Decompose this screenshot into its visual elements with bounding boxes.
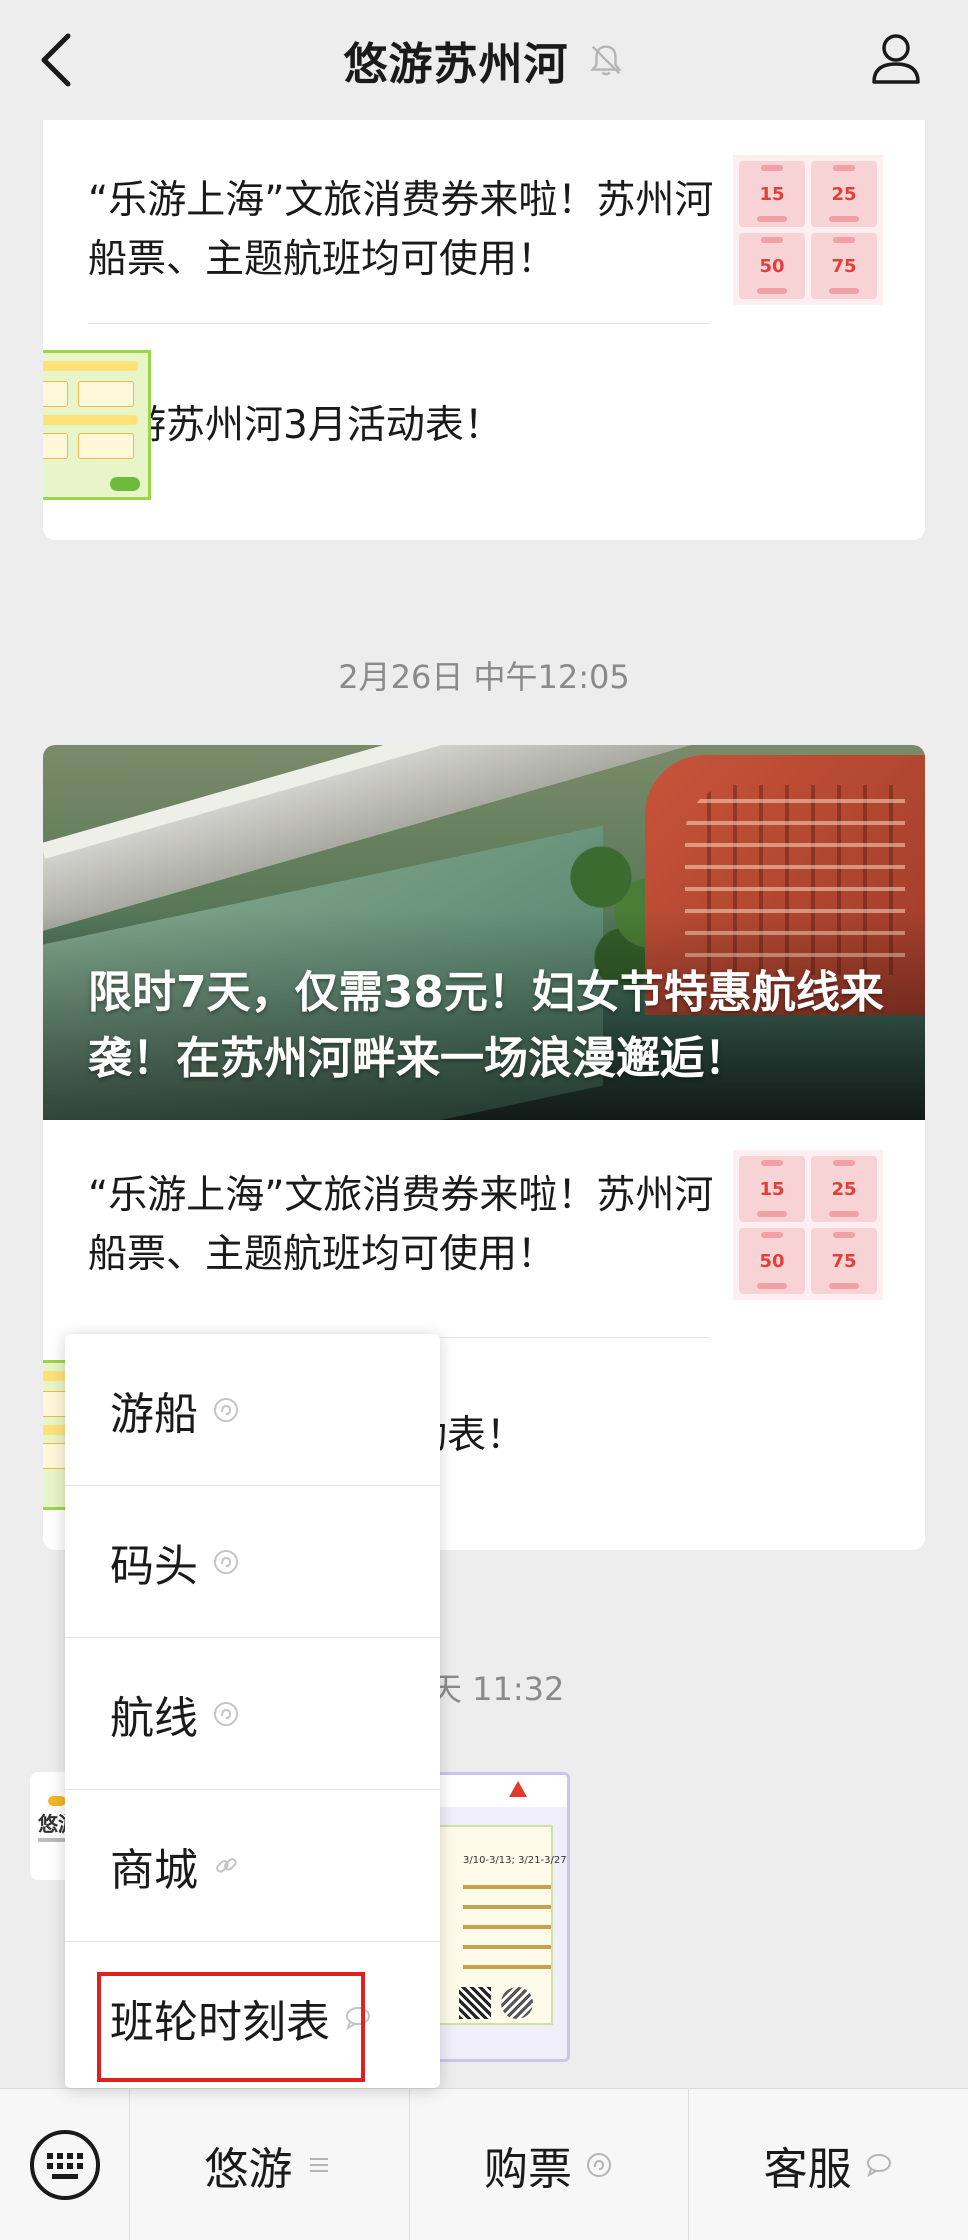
timestamp: 天 11:32 — [430, 1670, 565, 1708]
menu-lines-icon — [304, 2150, 334, 2180]
menu-popup: 游船 码头 航线 商城 班轮时刻表 — [65, 1334, 440, 2088]
menu-item-mall[interactable]: 商城 — [65, 1790, 440, 1942]
back-button[interactable] — [38, 30, 98, 90]
mini-program-icon — [212, 1700, 240, 1728]
mini-program-icon — [212, 1396, 240, 1424]
mini-program-icon — [584, 2150, 614, 2180]
page-title: 悠游苏州河 — [343, 39, 569, 90]
article-title: 悠游苏州河3月活动表！ — [88, 402, 503, 448]
image-message-text: 3/10-3/13; 3/21-3/27 — [463, 1855, 567, 1866]
tab-service[interactable]: 客服 — [689, 2089, 968, 2240]
title-wrap: 悠游苏州河 — [344, 28, 625, 92]
coupon-thumbnail: 15 25 50 75 — [733, 1150, 883, 1300]
menu-item-pier[interactable]: 码头 — [65, 1486, 440, 1638]
menu-item-cruise[interactable]: 游船 — [65, 1334, 440, 1486]
article-card-1: “乐游上海”文旅消费券来啦！苏州河船票、主题航班均可使用！ 15 25 50 7… — [43, 120, 925, 540]
schedule-thumbnail — [43, 350, 151, 500]
menu-item-label: 班轮时刻表 — [110, 1997, 330, 2048]
article-title: 动表！ — [408, 1412, 526, 1458]
article-item[interactable]: 悠游苏州河3月活动表！ — [43, 345, 925, 505]
keyboard-icon — [29, 2129, 100, 2200]
menu-item-route[interactable]: 航线 — [65, 1638, 440, 1790]
article-title: “乐游上海”文旅消费券来啦！苏州河船票、主题航班均可使用！ — [88, 1173, 714, 1277]
image-message[interactable]: 3/10-3/13; 3/21-3/27 — [420, 1772, 570, 2062]
tab-label: 客服 — [763, 2143, 852, 2195]
menu-item-label: 游船 — [110, 1388, 198, 1440]
menu-item-label: 航线 — [110, 1692, 198, 1744]
link-icon — [212, 1852, 240, 1880]
chat-header: 悠游苏州河 — [0, 0, 968, 120]
chevron-left-icon — [41, 33, 71, 87]
article-banner[interactable]: 限时7天，仅需38元！妇女节特惠航线来袭！在苏州河畔来一场浪漫邂逅！ — [43, 745, 925, 1120]
person-icon — [872, 34, 920, 84]
tab-tickets[interactable]: 购票 — [410, 2088, 690, 2240]
mini-program-icon — [212, 1548, 240, 1576]
article-item[interactable]: “乐游上海”文旅消费券来啦！苏州河船票、主题航班均可使用！ 15 25 50 7… — [43, 150, 925, 310]
profile-button[interactable] — [864, 26, 928, 90]
article-item[interactable]: “乐游上海”文旅消费券来啦！苏州河船票、主题航班均可使用！ 15 25 50 7… — [43, 1145, 925, 1305]
banner-title: 限时7天，仅需38元！妇女节特惠航线来袭！在苏州河畔来一场浪漫邂逅！ — [88, 967, 884, 1084]
coupon-thumbnail: 15 25 50 75 — [733, 155, 883, 305]
message-icon — [344, 2004, 372, 2032]
tab-youyou[interactable]: 悠游 — [130, 2088, 410, 2240]
menu-item-label: 商城 — [110, 1844, 198, 1896]
menu-item-timetable[interactable]: 班轮时刻表 — [65, 1942, 440, 2088]
tab-label: 购票 — [484, 2143, 572, 2195]
bell-muted-icon — [589, 45, 622, 76]
message-icon — [864, 2150, 894, 2180]
menu-item-label: 码头 — [110, 1540, 198, 1592]
article-title: “乐游上海”文旅消费券来啦！苏州河船票、主题航班均可使用！ — [88, 178, 714, 282]
divider — [88, 323, 710, 324]
timestamp: 2月26日 中午12:05 — [338, 658, 630, 696]
keyboard-button[interactable] — [0, 2088, 130, 2240]
bottom-menu-bar: 悠游 购票 客服 — [0, 2088, 968, 2240]
tab-label: 悠游 — [204, 2143, 293, 2195]
